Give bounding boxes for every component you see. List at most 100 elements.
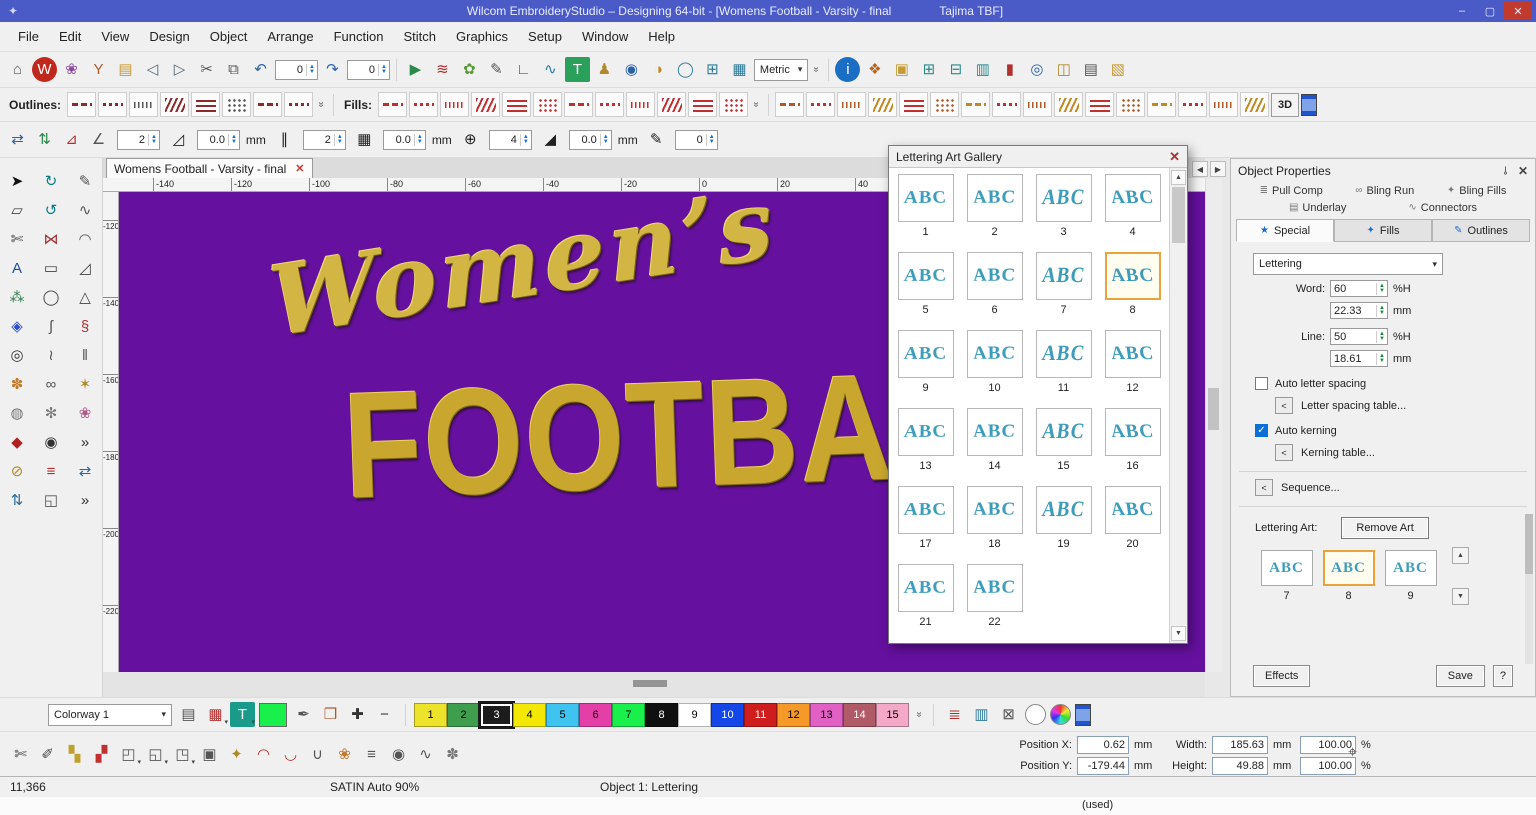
fill-style-string[interactable] bbox=[533, 92, 562, 117]
dock-right-arrow[interactable]: ▶ bbox=[1210, 161, 1226, 177]
home-icon[interactable]: ⌂ bbox=[5, 57, 30, 82]
pattern-stamp-tool[interactable]: ✽ bbox=[3, 371, 31, 397]
sequence-collapse-button[interactable]: < bbox=[1255, 479, 1273, 496]
column-stitch-tool[interactable]: ‖ bbox=[71, 342, 99, 368]
letter-spacing-table-button[interactable]: Letter spacing table... bbox=[1301, 400, 1406, 412]
team-setup-icon[interactable]: ◫ bbox=[1051, 57, 1076, 82]
monogram-icon[interactable]: ▣ bbox=[889, 57, 914, 82]
thread-spool-icon[interactable] bbox=[1301, 94, 1317, 116]
letter-spacing-collapse-button[interactable]: < bbox=[1275, 397, 1293, 414]
offset-a-spinner[interactable]: 0.0▲▼ bbox=[197, 130, 240, 150]
effect-florentine[interactable] bbox=[868, 92, 897, 117]
lettering-art-item[interactable]: ABC 12 bbox=[1098, 327, 1167, 405]
lettering-art-item[interactable]: ABC 2 bbox=[960, 171, 1029, 249]
art-scroll-up-button[interactable]: ▲ bbox=[1452, 547, 1469, 564]
outlines-overflow-button[interactable]: » bbox=[316, 99, 327, 111]
fill-style-cross-stitch[interactable] bbox=[688, 92, 717, 117]
snapshot-icon[interactable]: ◉ bbox=[386, 742, 411, 767]
star-shape-tool[interactable]: ✶ bbox=[71, 371, 99, 397]
fill-style-tatami[interactable] bbox=[409, 92, 438, 117]
lettering-art-item[interactable]: ABC 14 bbox=[960, 405, 1029, 483]
copy-icon[interactable]: ⧉ bbox=[221, 57, 246, 82]
remove-art-button[interactable]: Remove Art bbox=[1341, 517, 1428, 539]
cut-icon[interactable]: ✂ bbox=[194, 57, 219, 82]
outline-style-single[interactable] bbox=[67, 92, 96, 117]
auto-kerning-checkbox[interactable]: ✓ bbox=[1255, 424, 1268, 437]
fill-style-candlewicking[interactable] bbox=[564, 92, 593, 117]
outline-style-zigzag[interactable] bbox=[160, 92, 189, 117]
lettering-art-thumb[interactable]: ABC 9 bbox=[1381, 550, 1440, 602]
effect-trapunto[interactable] bbox=[1085, 92, 1114, 117]
effect-gradient[interactable] bbox=[1023, 92, 1052, 117]
stitch-graph-icon[interactable]: ∿ bbox=[538, 57, 563, 82]
tab-connectors[interactable]: ∿Connectors bbox=[1404, 202, 1481, 214]
fills-overflow-button[interactable]: » bbox=[751, 99, 762, 111]
security-lock-icon[interactable]: ⊘ bbox=[3, 458, 31, 484]
position-y-input[interactable]: -179.44 bbox=[1077, 757, 1129, 775]
lettering-art-item[interactable]: ABC 16 bbox=[1098, 405, 1167, 483]
hoop-setup-icon[interactable]: ◎ bbox=[1024, 57, 1049, 82]
squiggle-run-tool[interactable]: ≀ bbox=[37, 342, 65, 368]
fruit-outline-icon[interactable]: ❀ bbox=[332, 742, 357, 767]
more-tools-button[interactable]: » bbox=[71, 429, 99, 455]
gallery-scroll-up[interactable]: ▲ bbox=[1171, 170, 1186, 185]
overlap-colors-icon[interactable]: ▚ bbox=[62, 742, 87, 767]
lettering-art-item[interactable]: ABC 8 bbox=[1098, 249, 1167, 327]
knife-tool[interactable]: ✄ bbox=[3, 226, 31, 252]
color-swatch[interactable]: 5 bbox=[546, 703, 579, 727]
mirror-x-icon[interactable]: ⊿ bbox=[59, 127, 84, 152]
flip-vertical-icon[interactable]: ⇅ bbox=[3, 487, 31, 513]
pattern-flower-icon[interactable]: ✽ bbox=[440, 742, 465, 767]
outline-style-satin[interactable] bbox=[253, 92, 282, 117]
help-button[interactable]: ? bbox=[1493, 665, 1513, 687]
lettering-art-item[interactable]: ABC 13 bbox=[891, 405, 960, 483]
slider-settings-icon[interactable]: ≡ bbox=[359, 742, 384, 767]
color-swatch[interactable]: 1 bbox=[414, 703, 447, 727]
ellipse-tool[interactable]: ◯ bbox=[37, 284, 65, 310]
reshape-tool[interactable]: ↻ bbox=[37, 168, 65, 194]
lettering-art-item[interactable]: ABC 11 bbox=[1029, 327, 1098, 405]
menu-item[interactable]: Window bbox=[572, 24, 638, 49]
open-design-icon[interactable]: ▤ bbox=[113, 57, 138, 82]
spacing-spinner[interactable]: 2▲▼ bbox=[303, 130, 346, 150]
open-curve-icon[interactable]: ∪ bbox=[305, 742, 330, 767]
effect-textured-edge[interactable] bbox=[806, 92, 835, 117]
color-swatch[interactable]: 12 bbox=[777, 703, 810, 727]
lettering-art-item[interactable]: ABC 1 bbox=[891, 171, 960, 249]
effect-jagged[interactable] bbox=[992, 92, 1021, 117]
cycle-colors-icon[interactable]: ▥ bbox=[969, 702, 994, 727]
effect-liquid[interactable] bbox=[899, 92, 928, 117]
pin-icon[interactable]: ⊸ bbox=[1499, 166, 1512, 175]
rectangle-tool[interactable]: ▭ bbox=[37, 255, 65, 281]
panel-close-icon[interactable]: ✕ bbox=[1518, 164, 1528, 178]
layers-spinner[interactable]: 4▲▼ bbox=[489, 130, 532, 150]
menu-item[interactable]: File bbox=[8, 24, 49, 49]
flower-pattern-tool[interactable]: ❀ bbox=[71, 400, 99, 426]
reshape-box-tool[interactable]: ◳ bbox=[170, 742, 195, 767]
slant-angle-icon[interactable]: ◿ bbox=[166, 127, 191, 152]
effect-morphing[interactable] bbox=[930, 92, 959, 117]
open-line-tool[interactable]: ✎ bbox=[71, 168, 99, 194]
offset-c-spinner[interactable]: 0.0▲▼ bbox=[569, 130, 612, 150]
colorway-dropdown[interactable]: Colorway 1 bbox=[48, 704, 172, 726]
kerning-table-button[interactable]: Kerning table... bbox=[1301, 447, 1375, 459]
menu-item[interactable]: Stitch bbox=[393, 24, 446, 49]
outline-style-backstitch[interactable] bbox=[191, 92, 220, 117]
swirl-effect-tool[interactable]: § bbox=[71, 313, 99, 339]
redo-count-spinner[interactable]: 0▲▼ bbox=[347, 60, 390, 80]
auto-digitize-icon[interactable]: ✿ bbox=[457, 57, 482, 82]
distribute-vertical-icon[interactable]: ⇅ bbox=[32, 127, 57, 152]
lettering-art-item[interactable]: ABC 7 bbox=[1029, 249, 1098, 327]
remove-overlap-icon[interactable]: ▞ bbox=[89, 742, 114, 767]
document-tab[interactable]: Womens Football - Varsity - final ✕ bbox=[106, 158, 313, 178]
flip-horizontal-icon[interactable]: ⇄ bbox=[71, 458, 99, 484]
effect-underline[interactable] bbox=[775, 92, 804, 117]
product-visualizer-icon[interactable]: ❀ bbox=[59, 57, 84, 82]
corner-smooth-icon[interactable]: ◢ bbox=[538, 127, 563, 152]
toolbar-overflow-button[interactable]: » bbox=[811, 64, 822, 76]
stitch-chart-icon[interactable]: ∿ bbox=[413, 742, 438, 767]
thread-spool-icon[interactable] bbox=[1075, 704, 1091, 726]
effect-feather[interactable] bbox=[961, 92, 990, 117]
menu-item[interactable]: Function bbox=[324, 24, 394, 49]
more-toolsets-button[interactable]: » bbox=[71, 487, 99, 513]
